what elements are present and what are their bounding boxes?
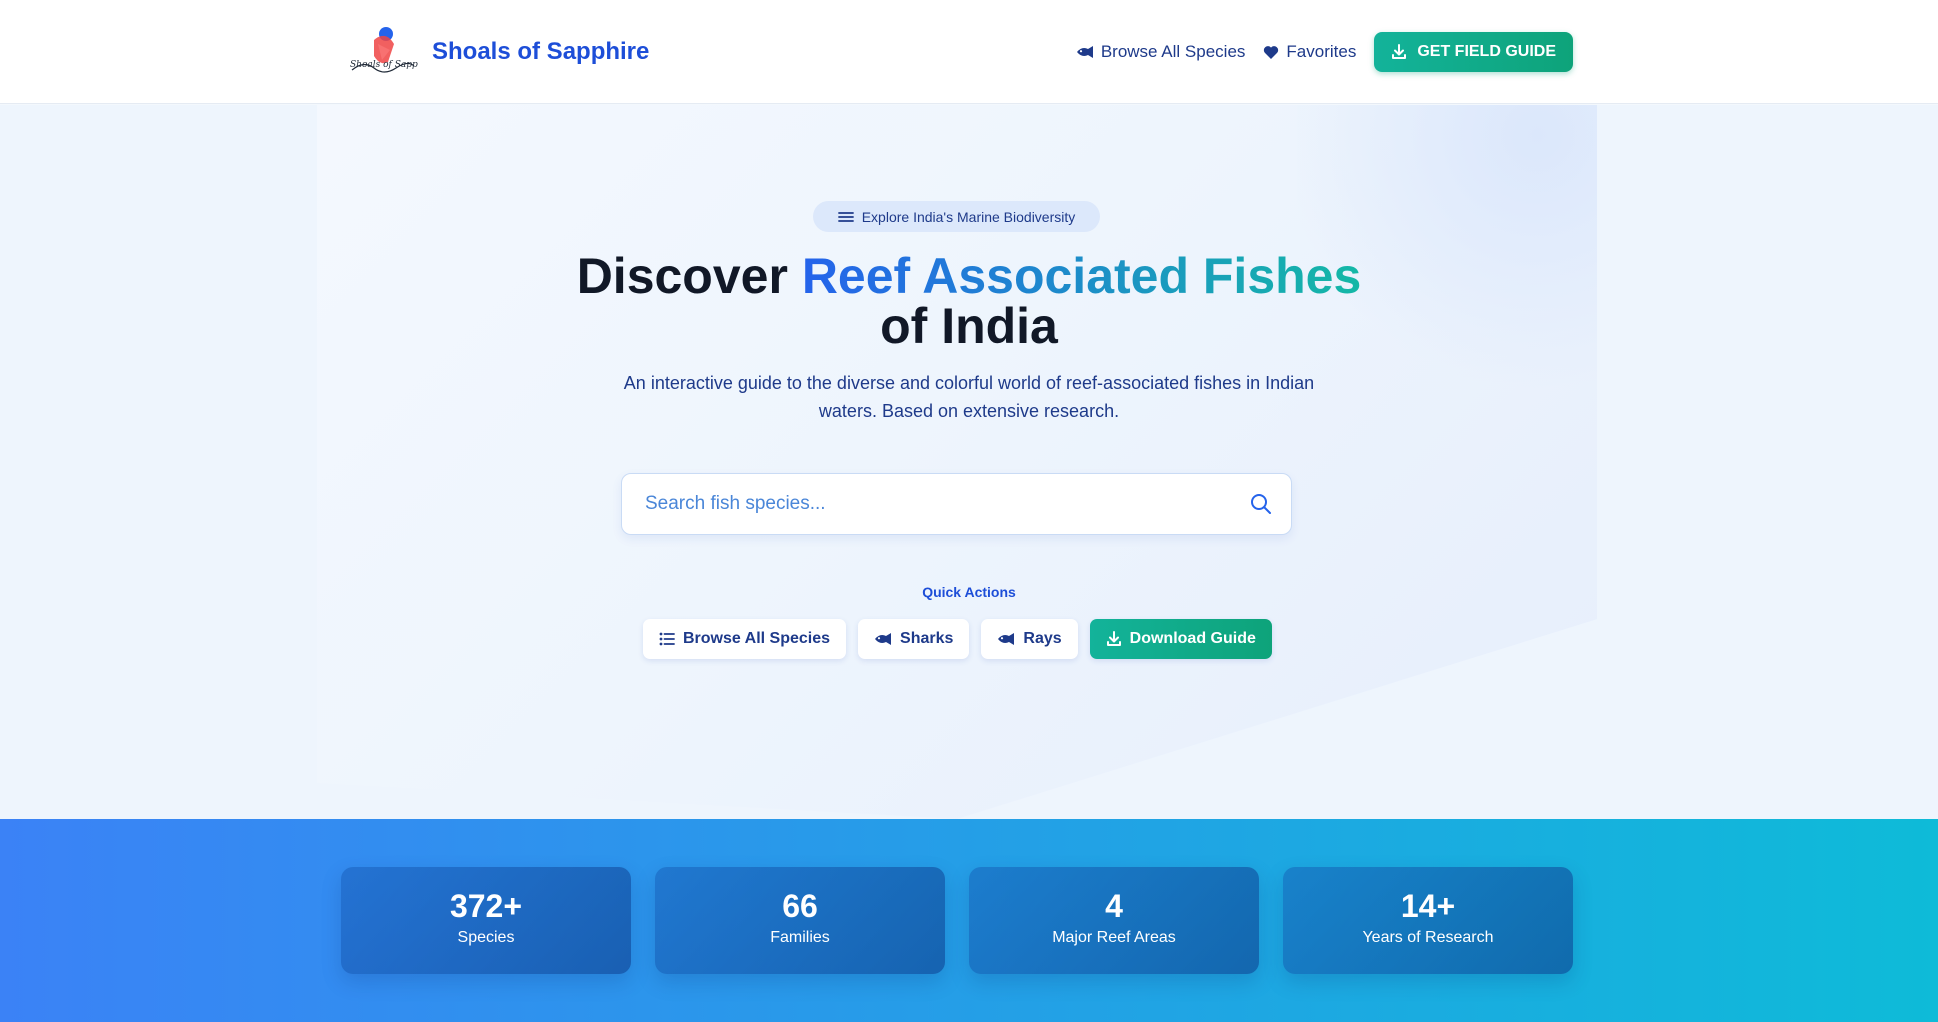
download-icon — [1106, 631, 1121, 646]
list-icon — [659, 632, 675, 646]
rays-label: Rays — [1023, 630, 1062, 647]
stat-label: Families — [770, 929, 830, 946]
hero-title-part1: Discover — [576, 248, 802, 304]
stat-card-reef-areas: 4 Major Reef Areas — [969, 867, 1259, 974]
quick-actions-label: Quick Actions — [922, 584, 1016, 600]
stats-section: 372+ Species 66 Families 4 Major Reef Ar… — [0, 819, 1938, 1022]
top-nav: Browse All Species Favorites GET FIELD G… — [1076, 32, 1573, 72]
search-icon[interactable] — [1249, 492, 1273, 516]
stat-label: Major Reef Areas — [1052, 929, 1176, 946]
fish-icon — [1076, 46, 1093, 58]
download-guide-label: Download Guide — [1129, 630, 1256, 647]
hero-subtitle: An interactive guide to the diverse and … — [623, 373, 1315, 421]
hero-title: Discover Reef Associated Fishes of India — [0, 251, 1938, 351]
get-field-guide-label: GET FIELD GUIDE — [1417, 43, 1556, 60]
download-icon — [1392, 44, 1407, 59]
heart-icon — [1264, 45, 1279, 59]
search-input[interactable] — [622, 474, 1291, 534]
nav-browse-label: Browse All Species — [1100, 42, 1246, 61]
nav-browse-all-species[interactable]: Browse All Species — [1076, 42, 1246, 62]
rays-button[interactable]: Rays — [981, 619, 1078, 659]
sharks-label: Sharks — [900, 630, 954, 647]
get-field-guide-button[interactable]: GET FIELD GUIDE — [1374, 32, 1573, 72]
brand-logo[interactable]: Shoals of Sapphire — [344, 22, 436, 82]
download-guide-button[interactable]: Download Guide — [1089, 619, 1272, 659]
site-header: Shoals of Sapphire Shoals of Sapphire Br… — [0, 0, 1938, 104]
nav-favorites[interactable]: Favorites — [1263, 42, 1356, 62]
hero-title-accent: Reef Associated Fishes — [801, 248, 1362, 304]
search-box[interactable] — [621, 473, 1292, 535]
stat-label: Years of Research — [1362, 929, 1494, 946]
hero-badge: Explore India's Marine Biodiversity — [813, 201, 1100, 232]
brand[interactable]: Shoals of Sapphire Shoals of Sapphire — [344, 22, 649, 82]
stat-value: 372+ — [449, 888, 523, 924]
waves-icon — [837, 211, 854, 222]
hero-badge-label: Explore India's Marine Biodiversity — [861, 208, 1076, 225]
browse-all-species-button[interactable]: Browse All Species — [643, 619, 847, 659]
stat-value: 4 — [1105, 888, 1123, 924]
nav-favorites-label: Favorites — [1286, 42, 1357, 61]
stat-value: 14+ — [1400, 888, 1456, 924]
sharks-button[interactable]: Sharks — [858, 619, 970, 659]
fish-icon — [875, 633, 892, 645]
stat-card-species: 372+ Species — [341, 867, 631, 974]
fish-icon — [998, 633, 1015, 645]
quick-actions: Browse All Species Sharks Rays Download … — [643, 619, 1272, 659]
browse-all-species-label: Browse All Species — [683, 630, 831, 647]
stat-label: Species — [457, 929, 515, 946]
brand-name[interactable]: Shoals of Sapphire — [432, 38, 649, 66]
stat-value: 66 — [782, 888, 818, 924]
hero-section: Explore India's Marine Biodiversity Disc… — [0, 105, 1938, 819]
hero-title-part2: of India — [880, 298, 1058, 354]
stat-card-families: 66 Families — [655, 867, 945, 974]
stat-card-years: 14+ Years of Research — [1283, 867, 1573, 974]
svg-text:Shoals of Sapphire: Shoals of Sapphire — [350, 60, 418, 70]
